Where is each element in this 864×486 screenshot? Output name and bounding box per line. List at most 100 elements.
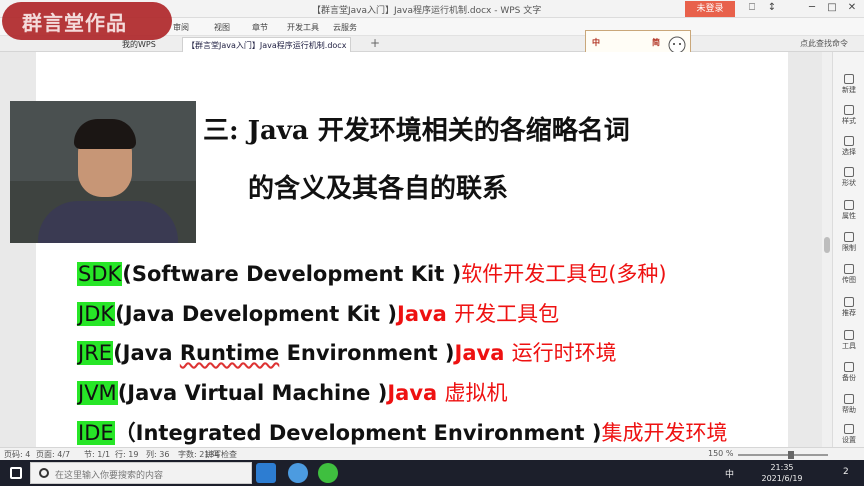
sidebar-item-recommend[interactable]: 推荐 <box>833 297 864 318</box>
notification-badge[interactable]: 2 <box>843 467 849 477</box>
term-abbr: JDK <box>77 302 116 326</box>
sidebar-item-settings[interactable]: 设置 <box>833 424 864 445</box>
help-icon <box>844 394 854 404</box>
status-spellcheck[interactable]: 拼写检查 <box>205 449 237 460</box>
term-chinese: 集成开发环境 <box>601 421 728 445</box>
menu-section[interactable]: 章节 <box>252 22 268 33</box>
wps-writer-app-icon[interactable] <box>256 463 276 483</box>
windows-start-icon[interactable] <box>10 467 22 479</box>
scrollbar-thumb[interactable] <box>824 237 830 253</box>
sidebar-label: 设置 <box>842 436 856 444</box>
lock-icon <box>844 232 854 242</box>
restore-layout-icon[interactable]: ↕ <box>765 2 779 13</box>
term-row-jre: JRE(Java Runtime Environment )Java 运行时环境 <box>77 337 617 373</box>
sidebar-label: 选择 <box>842 148 856 156</box>
sidebar-label: 样式 <box>842 117 856 125</box>
ime-language-indicator[interactable]: 中 <box>725 467 734 480</box>
sidebar-label: 新建 <box>842 86 856 94</box>
sidebar-item-restrict[interactable]: 限制 <box>833 232 864 253</box>
watermark-text: 群言堂作品 <box>22 11 127 35</box>
recommend-icon <box>844 297 854 307</box>
skin-icon[interactable]: ⎕ <box>745 2 759 13</box>
sidebar-label: 属性 <box>842 212 856 220</box>
taskbar-clock[interactable]: 21:35 2021/6/19 <box>760 462 804 484</box>
term-chinese: 软件开发工具包(多种) <box>461 262 667 286</box>
backup-icon <box>844 362 854 372</box>
close-button[interactable]: ✕ <box>845 2 859 13</box>
sidebar-label: 形状 <box>842 179 856 187</box>
term-abbr: SDK <box>77 262 123 286</box>
gear-icon <box>844 424 854 434</box>
sidebar-item-style[interactable]: 样式 <box>833 105 864 126</box>
term-abbr: JRE <box>77 341 114 365</box>
find-command-search[interactable]: 点此查找命令 <box>800 38 848 49</box>
sidebar-label: 帮助 <box>842 406 856 414</box>
status-row: 行: 19 <box>115 450 139 459</box>
clock-time: 21:35 <box>770 463 794 472</box>
sidebar-item-help[interactable]: 帮助 <box>833 394 864 415</box>
sidebar-item-upload-image[interactable]: 传图 <box>833 264 864 285</box>
cursor-icon <box>844 136 854 146</box>
term-row-jdk: JDK(Java Development Kit )Java 开发工具包 <box>77 298 559 334</box>
browser-app-icon[interactable] <box>318 463 338 483</box>
add-tab-button[interactable]: + <box>370 36 380 50</box>
sidebar-item-properties[interactable]: 属性 <box>833 200 864 221</box>
sidebar-item-select[interactable]: 选择 <box>833 136 864 157</box>
windows-taskbar: 在这里输入你要搜索的内容 中 21:35 2021/6/19 2 <box>0 460 864 486</box>
heading-line-1: 三: Java 开发环境相关的各缩略名词 <box>203 116 630 146</box>
status-bar: 页码: 4 页面: 4/7 节: 1/1 行: 19 列: 36 字数: 213… <box>0 447 864 460</box>
sidebar-label: 工具 <box>842 342 856 350</box>
term-java: Java <box>397 302 455 326</box>
menu-developer[interactable]: 开发工具 <box>287 22 319 33</box>
sidebar-item-shape[interactable]: 形状 <box>833 167 864 188</box>
webcam-person-body <box>38 201 178 243</box>
sidebar-item-new[interactable]: 新建 <box>833 74 864 95</box>
zoom-level[interactable]: 150 % <box>708 449 733 458</box>
sidebar-item-tools[interactable]: 工具 <box>833 330 864 351</box>
sidebar-item-backup[interactable]: 备份 <box>833 362 864 383</box>
chat-app-icon[interactable] <box>288 463 308 483</box>
term-row-sdk: SDK(Software Development Kit )软件开发工具包(多种… <box>77 258 667 294</box>
spellcheck-word: Runtime <box>179 341 280 365</box>
menu-cloud[interactable]: 云服务 <box>333 22 357 33</box>
term-full-name: (Software Development Kit ) <box>122 262 462 286</box>
search-placeholder: 在这里输入你要搜索的内容 <box>55 471 164 481</box>
vertical-scrollbar[interactable] <box>822 52 832 447</box>
status-column: 列: 36 <box>146 450 170 459</box>
menu-review[interactable]: 审阅 <box>173 22 189 33</box>
webcam-overlay <box>10 101 196 243</box>
term-full-name: (Java Virtual Machine ) <box>117 381 388 405</box>
plus-icon <box>844 74 854 84</box>
term-full-name: (Java Development Kit ) <box>115 302 397 326</box>
login-button[interactable]: 未登录 <box>685 1 735 17</box>
minimize-button[interactable]: ─ <box>805 2 819 13</box>
status-pages[interactable]: 页面: 4/7 <box>36 449 70 460</box>
term-abbr: JVM <box>77 381 118 405</box>
zoom-slider[interactable] <box>738 454 828 456</box>
stamp-char: 简 <box>652 38 660 47</box>
sidebar-label: 传图 <box>842 276 856 284</box>
webcam-person-hair <box>74 119 136 149</box>
heading-line-2: 的含义及其各自的联系 <box>248 174 509 204</box>
sidebar-label: 备份 <box>842 374 856 382</box>
search-icon <box>39 468 49 478</box>
clock-date: 2021/6/19 <box>761 474 803 483</box>
toolbox-icon <box>844 330 854 340</box>
term-row-jvm: JVM(Java Virtual Machine )Java 虚拟机 <box>77 377 507 413</box>
term-java: Java <box>387 381 445 405</box>
taskbar-search-box[interactable]: 在这里输入你要搜索的内容 <box>30 462 252 484</box>
properties-icon <box>844 200 854 210</box>
term-full-name: （Integrated Development Environment ) <box>114 421 602 445</box>
tab-document[interactable]: 【群言堂Java入门】Java程序运行机制.docx <box>182 37 352 52</box>
right-task-pane: 新建 样式 选择 形状 属性 限制 传图 推荐 工具 备份 帮助 设置 <box>832 52 864 447</box>
term-full-name: (Java <box>113 341 180 365</box>
term-chinese: 运行时环境 <box>511 341 617 365</box>
term-chinese: 虚拟机 <box>444 381 508 405</box>
status-page-number[interactable]: 页码: 4 <box>4 449 30 460</box>
window-title: 【群言堂Java入门】Java程序运行机制.docx - WPS 文字 <box>312 6 542 16</box>
channel-watermark: 群言堂作品 <box>2 2 172 40</box>
zoom-slider-handle[interactable] <box>788 451 794 459</box>
menu-view[interactable]: 视图 <box>214 22 230 33</box>
sidebar-label: 推荐 <box>842 309 856 317</box>
maximize-button[interactable]: □ <box>825 2 839 13</box>
